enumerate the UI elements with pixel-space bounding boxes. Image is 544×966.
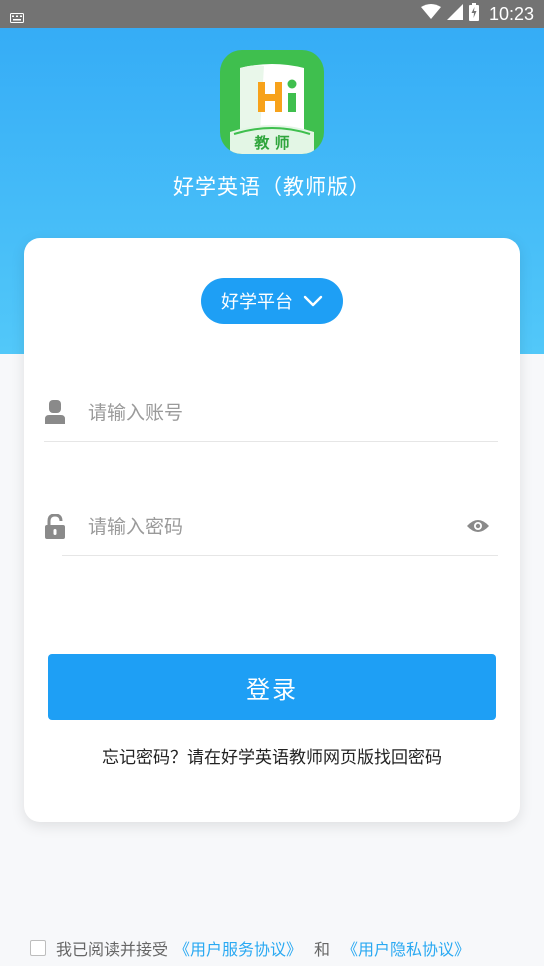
app-logo: 教 师 [220,50,324,154]
battery-icon [468,3,479,25]
service-agreement-link[interactable]: 《用户服务协议》 [174,936,302,960]
login-card: 好学平台 登录 忘记密码？请在好学英语教师网页版找回密码 [24,238,520,822]
user-icon [44,400,66,428]
login-button[interactable]: 登录 [48,654,496,720]
eye-icon[interactable] [466,518,490,538]
platform-label: 好学平台 [221,292,293,313]
status-bar: 10:23 [0,0,544,28]
password-underline [62,555,498,556]
signal-icon [446,4,463,24]
account-input[interactable] [86,392,450,434]
agreement-and: 和 [314,940,331,959]
wifi-icon [420,4,441,24]
forgot-password-text: 忘记密码？请在好学英语教师网页版找回密码 [102,748,442,768]
agreement-prefix: 我已阅读并接受 [56,940,169,959]
password-input[interactable] [86,506,450,548]
lock-icon [44,513,66,544]
account-field [44,382,498,442]
app-name: 好学英语（教师版） [173,175,371,199]
keyboard-icon [10,8,24,27]
agreement-row: 我已阅读并接受 《用户服务协议》 和 《用户隐私协议》 [30,936,470,960]
password-field [44,496,498,556]
agreement-checkbox[interactable] [30,940,46,956]
clock: 10:23 [488,3,534,24]
logo-text: 教 师 [253,134,289,152]
chevron-down-icon [303,291,323,312]
account-underline [44,441,498,442]
privacy-agreement-link[interactable]: 《用户隐私协议》 [342,936,470,960]
platform-selector-button[interactable]: 好学平台 [201,278,343,324]
